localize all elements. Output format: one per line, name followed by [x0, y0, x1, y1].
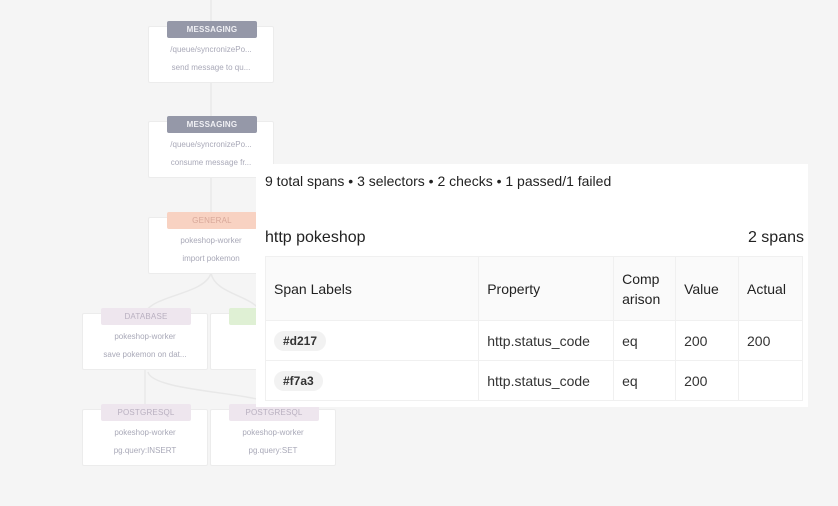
actual-cell — [738, 360, 803, 401]
property-cell: http.status_code — [478, 360, 615, 401]
table-row: #f7a3 http.status_code eq 200 — [264, 360, 803, 401]
span-name: pg.query:INSERT — [113, 446, 177, 455]
span-type-badge: MESSAGING — [167, 116, 257, 133]
header-value: Value — [675, 256, 740, 321]
span-service: pokeshop-worker — [180, 236, 242, 245]
value-cell: 200 — [675, 360, 740, 401]
actual-cell: 200 — [738, 320, 803, 361]
span-node-postgresql-set[interactable]: POSTGRESQL pokeshop-worker pg.query:SET — [210, 404, 336, 466]
comparison-cell: eq — [613, 320, 677, 361]
test-results-popover: 9 total spans • 3 selectors • 2 checks •… — [256, 164, 808, 407]
span-service: pokeshop-worker — [242, 428, 304, 437]
span-name: save pokemon on dat... — [103, 350, 187, 359]
header-comparison: Comp arison — [613, 256, 677, 321]
property-cell: http.status_code — [478, 320, 615, 361]
test-summary: 9 total spans • 3 selectors • 2 checks •… — [265, 173, 612, 189]
checks-table: Span Labels Property Comp arison Value A… — [264, 256, 803, 401]
span-name: send message to qu... — [171, 63, 251, 72]
span-label-cell: #f7a3 — [264, 360, 480, 401]
value-cell: 200 — [675, 320, 740, 361]
edge — [147, 371, 269, 403]
span-label-chip[interactable]: #f7a3 — [274, 370, 323, 391]
selector-span-count: 2 spans — [747, 229, 804, 246]
span-name: import pokemon — [182, 254, 240, 263]
span-name: consume message fr... — [170, 158, 252, 167]
span-node-database-save[interactable]: DATABASE pokeshop-worker save pokemon on… — [82, 308, 208, 370]
span-type-badge: DATABASE — [101, 308, 191, 325]
span-service: pokeshop-worker — [114, 332, 176, 341]
table-row: #d217 http.status_code eq 200 200 — [264, 320, 803, 361]
table-header-row: Span Labels Property Comp arison Value A… — [264, 256, 803, 321]
span-service: pokeshop-worker — [114, 428, 176, 437]
span-service: /queue/syncronizePo... — [170, 45, 252, 54]
header-actual: Actual — [738, 256, 803, 321]
span-label-cell: #d217 — [264, 320, 480, 361]
span-label-chip[interactable]: #d217 — [274, 330, 327, 351]
span-node-postgresql-insert[interactable]: POSTGRESQL pokeshop-worker pg.query:INSE… — [82, 404, 208, 466]
comparison-cell: eq — [613, 360, 677, 401]
header-span-labels: Span Labels — [264, 256, 480, 321]
span-node-messaging-send[interactable]: MESSAGING /queue/syncronizePo... send me… — [148, 21, 274, 83]
span-type-badge: GENERAL — [167, 212, 257, 229]
header-property: Property — [478, 256, 615, 321]
span-service: /queue/syncronizePo... — [170, 140, 252, 149]
span-name: pg.query:SET — [248, 446, 298, 455]
selector-title: http pokeshop — [265, 229, 366, 246]
span-type-badge: POSTGRESQL — [101, 404, 191, 421]
span-type-badge: MESSAGING — [167, 21, 257, 38]
